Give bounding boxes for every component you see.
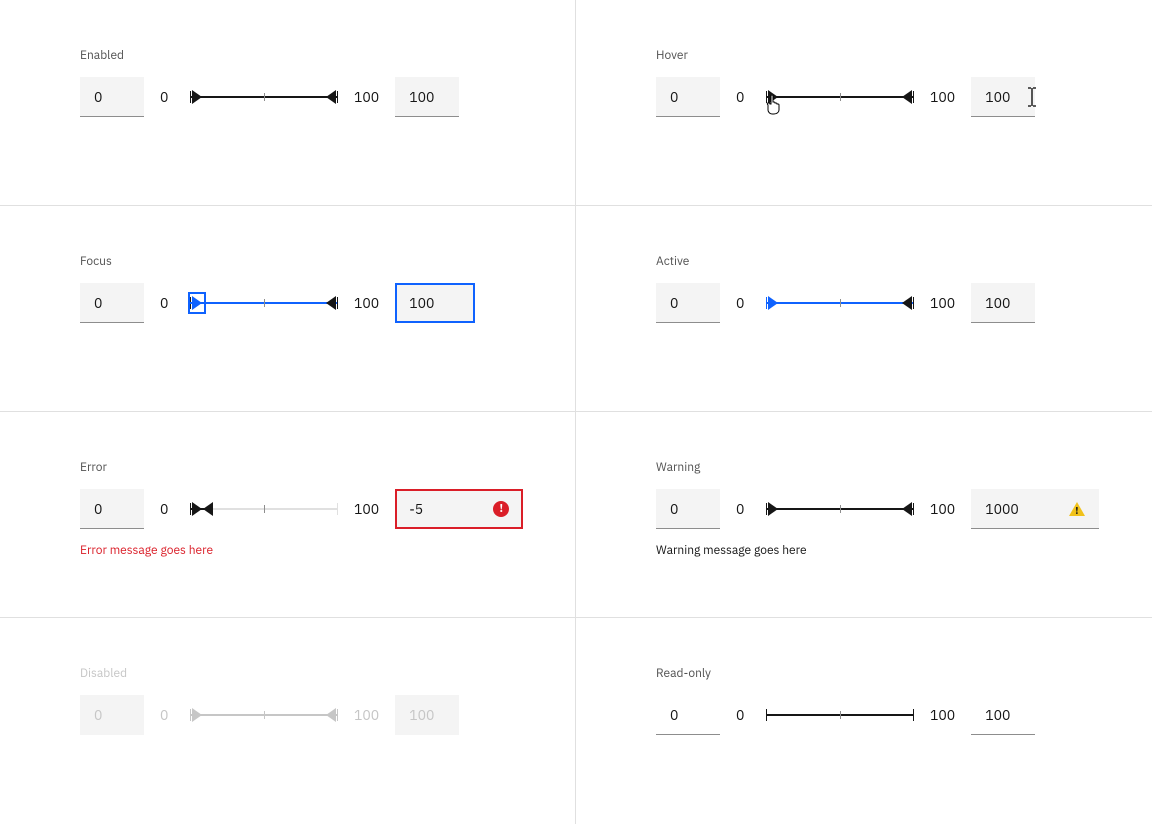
- state-label: Active: [656, 254, 1104, 269]
- cursor-text-icon: [1027, 87, 1037, 107]
- state-error: Error 0 0 100 -5 ! Error message goes he…: [0, 412, 576, 618]
- range-slider[interactable]: [190, 85, 338, 109]
- state-active: Active 0 0 100 100: [576, 206, 1152, 412]
- range-slider[interactable]: [766, 497, 914, 521]
- lower-value-input[interactable]: 0: [80, 77, 144, 117]
- error-icon: !: [493, 501, 509, 517]
- lower-value-input[interactable]: 0: [656, 283, 720, 323]
- range-max-label: 100: [930, 88, 955, 106]
- slider-handle-lower-icon[interactable]: [190, 294, 204, 312]
- state-label: Error: [80, 460, 527, 475]
- slider-handle-upper-icon[interactable]: [902, 90, 912, 104]
- lower-value-input: 0: [80, 695, 144, 735]
- state-warning: Warning 0 0 100 1000 Warning message goe…: [576, 412, 1152, 618]
- upper-value-input[interactable]: 1000: [971, 489, 1099, 529]
- state-focus: Focus 0 0 100 100: [0, 206, 576, 412]
- state-label: Hover: [656, 48, 1104, 63]
- slider-handle-lower-icon[interactable]: [192, 502, 202, 516]
- range-min-label: 0: [736, 88, 750, 106]
- upper-value-input[interactable]: -5 !: [395, 489, 523, 529]
- slider-handle-lower-icon[interactable]: [768, 90, 778, 104]
- range-slider: [190, 703, 338, 727]
- slider-handle-lower-icon: [192, 708, 202, 722]
- slider-handle-upper-icon[interactable]: [203, 502, 213, 516]
- slider-handle-lower-icon[interactable]: [768, 502, 778, 516]
- range-max-label: 100: [930, 706, 955, 724]
- lower-value-input: 0: [656, 695, 720, 735]
- range-min-label: 0: [160, 500, 174, 518]
- state-label: Warning: [656, 460, 1104, 475]
- range-max-label: 100: [930, 500, 955, 518]
- upper-value-input: 100: [971, 695, 1035, 735]
- range-min-label: 0: [736, 500, 750, 518]
- error-message: Error message goes here: [80, 543, 527, 558]
- range-min-label: 0: [736, 706, 750, 724]
- slider-handle-upper-icon[interactable]: [902, 502, 912, 516]
- range-slider[interactable]: [190, 291, 338, 315]
- range-min-label: 0: [160, 294, 174, 312]
- slider-handle-upper-icon[interactable]: [326, 296, 336, 310]
- lower-value-input[interactable]: 0: [656, 489, 720, 529]
- slider-handle-upper-icon: [326, 708, 336, 722]
- state-label: Disabled: [80, 666, 527, 681]
- state-disabled: Disabled 0 0 100 100: [0, 618, 576, 824]
- range-max-label: 100: [354, 500, 379, 518]
- range-min-label: 0: [160, 706, 174, 724]
- slider-handle-lower-icon[interactable]: [192, 90, 202, 104]
- lower-value-input[interactable]: 0: [80, 489, 144, 529]
- range-min-label: 0: [736, 294, 750, 312]
- range-min-label: 0: [160, 88, 174, 106]
- upper-value-input[interactable]: 100: [395, 283, 475, 323]
- state-label: Read-only: [656, 666, 1104, 681]
- slider-handle-upper-icon[interactable]: [326, 90, 336, 104]
- range-slider: [766, 703, 914, 727]
- upper-value-input[interactable]: 100: [971, 77, 1035, 117]
- upper-value-input[interactable]: 100: [971, 283, 1035, 323]
- range-max-label: 100: [354, 706, 379, 724]
- slider-handle-upper-icon[interactable]: [902, 296, 912, 310]
- upper-value-input[interactable]: 100: [395, 77, 459, 117]
- range-slider[interactable]: [190, 497, 338, 521]
- range-max-label: 100: [930, 294, 955, 312]
- warning-message: Warning message goes here: [656, 543, 1104, 558]
- state-readonly: Read-only 0 0 100 100: [576, 618, 1152, 824]
- slider-handle-lower-icon[interactable]: [768, 296, 778, 310]
- states-grid: Enabled 0 0 100 100 Hover 0 0: [0, 0, 1152, 824]
- range-max-label: 100: [354, 88, 379, 106]
- range-slider[interactable]: [766, 85, 914, 109]
- state-label: Enabled: [80, 48, 527, 63]
- state-enabled: Enabled 0 0 100 100: [0, 0, 576, 206]
- state-hover: Hover 0 0 100 100: [576, 0, 1152, 206]
- range-slider[interactable]: [766, 291, 914, 315]
- state-label: Focus: [80, 254, 527, 269]
- range-max-label: 100: [354, 294, 379, 312]
- lower-value-input[interactable]: 0: [656, 77, 720, 117]
- upper-value-input: 100: [395, 695, 459, 735]
- warning-icon: [1069, 502, 1085, 516]
- lower-value-input[interactable]: 0: [80, 283, 144, 323]
